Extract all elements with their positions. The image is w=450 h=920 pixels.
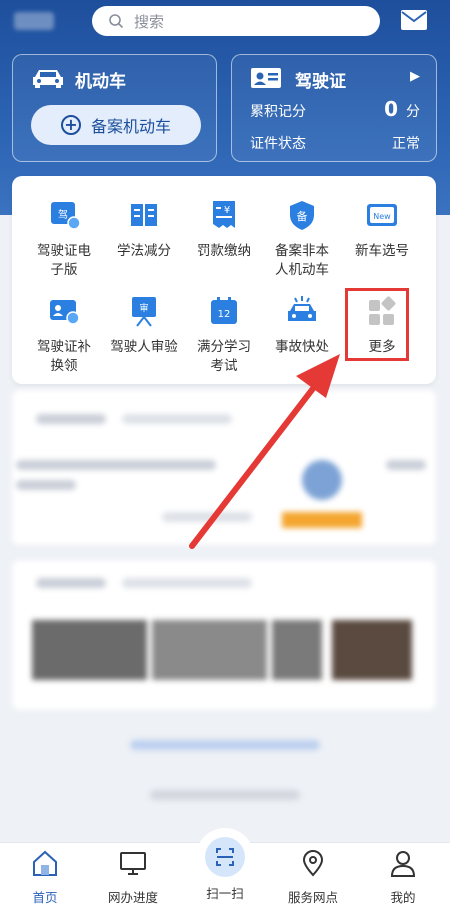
tab-progress[interactable]: 网办进度 (88, 842, 178, 906)
car-icon (33, 70, 63, 88)
blurred-content (0, 390, 450, 830)
accident-car-icon (288, 296, 316, 321)
menu-label: 学法减分 (117, 243, 171, 259)
search-icon (109, 14, 124, 29)
license-card-title: 驾驶证 (295, 72, 346, 92)
book-icon (131, 204, 157, 226)
vehicle-card-title: 机动车 (75, 72, 126, 92)
tab-label: 首页 (32, 890, 58, 905)
menu-item-accident[interactable]: 事故快处 (262, 294, 342, 357)
menu-item-full-score-exam[interactable]: 12 满分学习 考试 (184, 294, 264, 376)
tab-label: 我的 (390, 890, 416, 905)
user-icon (390, 851, 416, 877)
tab-label: 扫一扫 (206, 886, 244, 901)
svg-text:¥: ¥ (224, 205, 230, 216)
driver-review-icon: 审 (132, 297, 156, 327)
svg-text:New: New (373, 212, 391, 221)
svg-text:审: 审 (139, 302, 148, 314)
e-license-icon: 驾 (51, 202, 81, 230)
menu-label: 驾驶证电 子版 (37, 243, 91, 278)
monitor-icon (120, 852, 146, 875)
tab-home[interactable]: 首页 (0, 842, 90, 906)
license-card[interactable]: 驾驶证 ▶ 累积记分 0分 证件状态 正常 (231, 54, 437, 162)
menu-item-register-other[interactable]: 备 备案非本 人机动车 (262, 198, 342, 280)
menu-label: 备案非本 人机动车 (275, 243, 329, 278)
menu-label: 驾驶证补 换领 (37, 339, 91, 374)
svg-text:12: 12 (218, 309, 231, 320)
tab-label: 网办进度 (107, 890, 158, 905)
points-value-row: 0分 (384, 97, 420, 121)
more-highlight-box (345, 288, 409, 361)
news-section-1 (12, 390, 436, 545)
menu-item-driver-review[interactable]: 审 驾驶人审验 (104, 294, 184, 357)
vehicle-card[interactable]: 机动车 + 备案机动车 (12, 54, 217, 162)
menu-item-e-license[interactable]: 驾 驾驶证电 子版 (24, 198, 104, 280)
search-bar[interactable]: 搜索 (92, 6, 380, 36)
chevron-right-icon: ▶ (410, 69, 420, 84)
points-unit: 分 (406, 104, 420, 120)
new-plate-icon: New (367, 204, 397, 226)
tab-scan[interactable]: 扫一扫 (180, 842, 270, 902)
menu-label: 驾驶人审验 (110, 339, 178, 355)
menu-item-license-replace[interactable]: 驾驶证补 换领 (24, 294, 104, 376)
menu-item-study[interactable]: 学法减分 (104, 198, 184, 261)
tab-mine[interactable]: 我的 (358, 842, 448, 906)
location-icon (302, 850, 324, 877)
news-section-2 (12, 560, 436, 710)
menu-label: 罚款缴纳 (197, 243, 251, 259)
register-vehicle-button[interactable]: + 备案机动车 (31, 105, 201, 145)
search-placeholder: 搜索 (134, 12, 165, 31)
license-icon (251, 68, 281, 88)
register-shield-icon: 备 (290, 201, 314, 230)
menu-item-fine[interactable]: ¥ 罚款缴纳 (184, 198, 264, 261)
mail-icon[interactable] (400, 9, 428, 31)
license-replace-icon (50, 300, 80, 325)
menu-label: 新车选号 (355, 243, 409, 259)
tab-service-points[interactable]: 服务网点 (268, 842, 358, 906)
status-label: 证件状态 (250, 136, 306, 152)
menu-label: 满分学习 考试 (197, 339, 251, 374)
menu-item-new-plate[interactable]: New 新车选号 (342, 198, 422, 261)
register-vehicle-label: 备案机动车 (90, 117, 171, 136)
calendar-exam-icon: 12 (211, 297, 237, 324)
points-label: 累积记分 (250, 104, 306, 120)
home-icon (33, 850, 57, 876)
points-value: 0 (384, 97, 398, 121)
menu-label: 事故快处 (275, 339, 329, 355)
svg-text:驾: 驾 (58, 209, 68, 221)
status-value: 正常 (392, 136, 420, 152)
city-selector[interactable] (14, 12, 54, 30)
plus-icon: + (60, 115, 81, 135)
svg-text:备: 备 (297, 209, 308, 223)
fine-payment-icon: ¥ (213, 201, 235, 228)
tab-label: 服务网点 (287, 890, 338, 905)
